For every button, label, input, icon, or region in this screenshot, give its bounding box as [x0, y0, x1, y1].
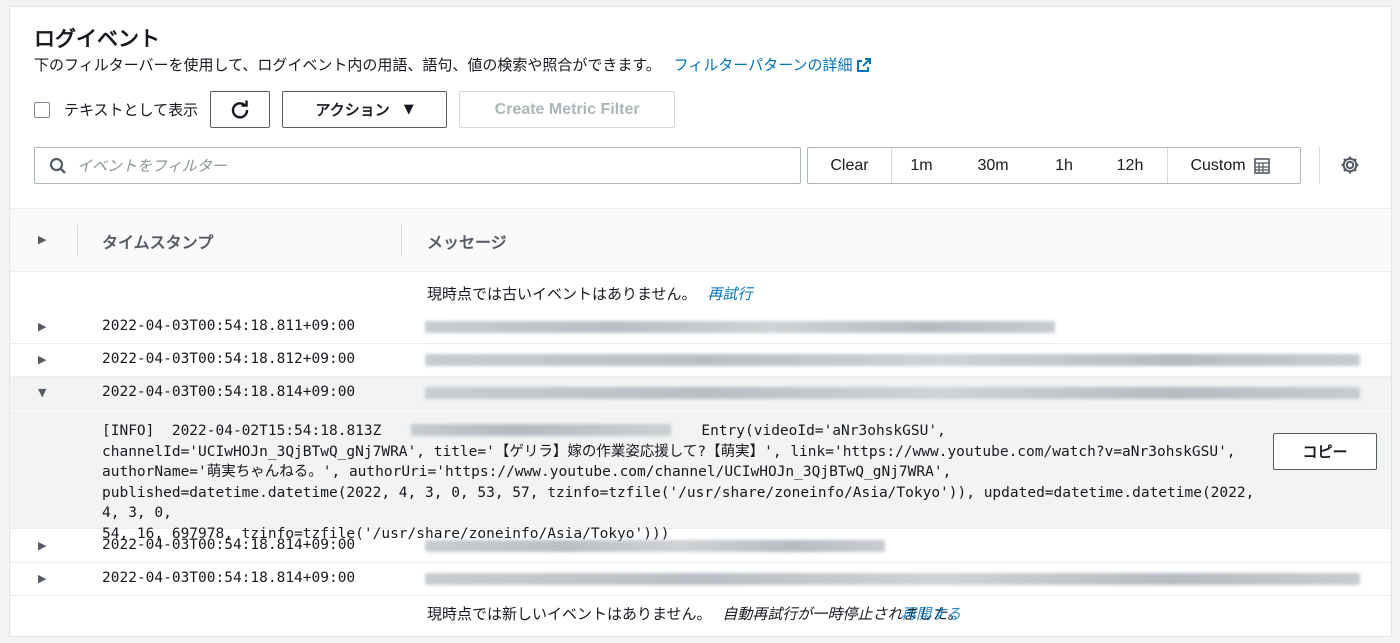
time-range-selector: Clear 1m 30m 1h 12h Custom	[807, 147, 1301, 184]
filter-row: イベントをフィルター Clear 1m 30m 1h 12h Custom	[34, 147, 1391, 184]
actions-dropdown[interactable]: アクション ▼	[282, 91, 448, 128]
toolbar-divider	[1319, 147, 1320, 184]
refresh-icon	[231, 100, 249, 119]
search-icon	[49, 157, 66, 174]
table-row[interactable]: ▶ 2022-04-03T00:54:18.814+09:00	[10, 530, 1391, 563]
gear-icon	[1341, 156, 1359, 174]
redacted-message	[425, 540, 885, 552]
expand-all-caret-icon[interactable]: ▶	[38, 233, 46, 246]
older-events-status: 現時点では古いイベントはありません。 再試行	[427, 283, 752, 304]
message-prefix: [INFO] 2022-04-02T15:54:18.813Z	[102, 423, 382, 439]
log-events-panel: ログイベント 下のフィルターバーを使用して、ログイベント内の用語、語句、値の検索…	[9, 6, 1392, 637]
filter-pattern-docs-link[interactable]: フィルターパターンの詳細	[674, 56, 873, 74]
message-body: Entry(videoId='aNr3ohskGSU', channelId='…	[102, 423, 1255, 542]
column-divider	[77, 225, 78, 257]
create-metric-filter-button[interactable]: Create Metric Filter	[459, 91, 676, 128]
docs-link-label[interactable]: フィルターパターンの詳細	[674, 56, 853, 74]
time-clear-button[interactable]: Clear	[808, 148, 892, 183]
filter-events-input[interactable]: イベントをフィルター	[34, 147, 801, 184]
resume-link[interactable]: 再開する	[901, 603, 961, 624]
retry-link[interactable]: 再試行	[707, 285, 752, 303]
table-header: ▶ タイムスタンプ メッセージ	[10, 208, 1391, 272]
row-timestamp: 2022-04-03T00:54:18.814+09:00	[102, 384, 356, 400]
newer-events-status: 現時点では新しいイベントはありません。 自動再試行が一時停止されました。 再開す…	[427, 603, 962, 624]
custom-label: Custom	[1190, 156, 1246, 174]
panel-header: ログイベント 下のフィルターバーを使用して、ログイベント内の用語、語句、値の検索…	[34, 25, 1391, 78]
row-timestamp: 2022-04-03T00:54:18.812+09:00	[102, 351, 356, 367]
column-header-message[interactable]: メッセージ	[427, 229, 507, 253]
expand-row-caret-icon[interactable]: ▶	[38, 572, 46, 585]
redacted-message	[425, 354, 1360, 366]
external-link-icon	[856, 57, 872, 78]
caret-down-icon: ▼	[403, 102, 414, 117]
refresh-button[interactable]	[210, 91, 271, 128]
row-timestamp: 2022-04-03T00:54:18.814+09:00	[102, 570, 356, 586]
time-1m-button[interactable]: 1m	[892, 148, 951, 183]
expand-row-caret-icon[interactable]: ▶	[38, 539, 46, 552]
copy-button[interactable]: コピー	[1273, 433, 1377, 470]
calendar-icon	[1253, 157, 1270, 174]
table-row[interactable]: ▶ 2022-04-03T00:54:18.812+09:00	[10, 344, 1391, 377]
expanded-message-panel: [INFO] 2022-04-02T15:54:18.813Z Entry(vid…	[10, 411, 1391, 542]
page-title: ログイベント	[34, 27, 160, 51]
column-divider	[401, 225, 402, 257]
expanded-message-text: [INFO] 2022-04-02T15:54:18.813Z Entry(vid…	[102, 421, 1262, 544]
column-header-timestamp[interactable]: タイムスタンプ	[102, 229, 213, 253]
preferences-button[interactable]	[1339, 154, 1361, 180]
row-timestamp: 2022-04-03T00:54:18.811+09:00	[102, 318, 356, 334]
newer-events-text: 現時点では新しいイベントはありません。	[427, 605, 712, 623]
redacted-request-id	[411, 424, 672, 436]
filter-placeholder: イベントをフィルター	[77, 157, 227, 175]
view-as-text-checkbox[interactable]	[34, 101, 50, 118]
time-1h-button[interactable]: 1h	[1035, 148, 1093, 183]
collapse-row-caret-icon[interactable]: ▼	[38, 386, 46, 399]
redacted-message	[425, 321, 1055, 333]
older-events-text: 現時点では古いイベントはありません。	[427, 285, 697, 303]
time-30m-button[interactable]: 30m	[951, 148, 1035, 183]
expand-row-caret-icon[interactable]: ▶	[38, 353, 46, 366]
time-custom-button[interactable]: Custom	[1167, 148, 1292, 183]
toolbar: テキストとして表示 アクション ▼ Create Metric Filter	[34, 91, 676, 128]
page-description: 下のフィルターバーを使用して、ログイベント内の用語、語句、値の検索や照合ができま…	[34, 55, 1391, 78]
time-12h-button[interactable]: 12h	[1093, 148, 1167, 183]
table-row[interactable]: ▶ 2022-04-03T00:54:18.811+09:00	[10, 311, 1391, 344]
description-text: 下のフィルターバーを使用して、ログイベント内の用語、語句、値の検索や照合ができま…	[34, 56, 661, 74]
redacted-message	[425, 387, 1360, 399]
actions-label: アクション	[315, 101, 390, 119]
view-as-text-label[interactable]: テキストとして表示	[64, 99, 198, 120]
row-timestamp: 2022-04-03T00:54:18.814+09:00	[102, 537, 356, 553]
table-row-expanded[interactable]: ▼ 2022-04-03T00:54:18.814+09:00	[10, 377, 1391, 410]
expand-row-caret-icon[interactable]: ▶	[38, 320, 46, 333]
redacted-message	[425, 573, 1360, 585]
table-row[interactable]: ▶ 2022-04-03T00:54:18.814+09:00	[10, 563, 1391, 596]
